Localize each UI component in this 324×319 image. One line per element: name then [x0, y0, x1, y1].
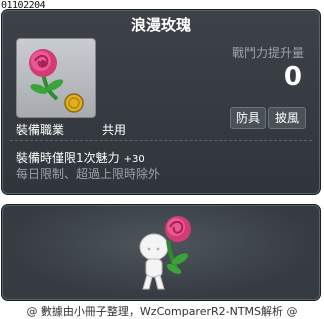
character-preview	[1, 204, 321, 301]
job-label: 裝備職業	[16, 123, 65, 137]
effect-label: 裝備時僅限1次魅力	[16, 151, 120, 165]
effect-line: 裝備時僅限1次魅力 +30	[16, 149, 145, 166]
item-icon-frame	[16, 38, 96, 118]
rose-icon	[29, 49, 84, 113]
item-name: 浪漫玫瑰	[130, 16, 191, 34]
item-tooltip: 浪漫玫瑰 戰鬥力提升量 0 防具 披風 裝備職業 共用 裝備時僅限1次魅力 +30…	[1, 9, 321, 195]
combat-power-label: 戰鬥力提升量	[231, 46, 304, 60]
character-with-rose-icon	[139, 216, 191, 290]
job-value: 共用	[102, 123, 127, 137]
category-tag-cape: 披風	[268, 107, 306, 129]
effect-value: +30	[123, 154, 145, 165]
category-tag-armor: 防具	[230, 107, 266, 129]
limit-text: 每日限制、超過上限時除外	[16, 167, 161, 181]
combat-power-value: 0	[283, 62, 302, 92]
footer-credit: @ 數據由小冊子整理，WzComparerR2-NTMS解析 @	[26, 305, 298, 318]
divider	[10, 140, 312, 141]
